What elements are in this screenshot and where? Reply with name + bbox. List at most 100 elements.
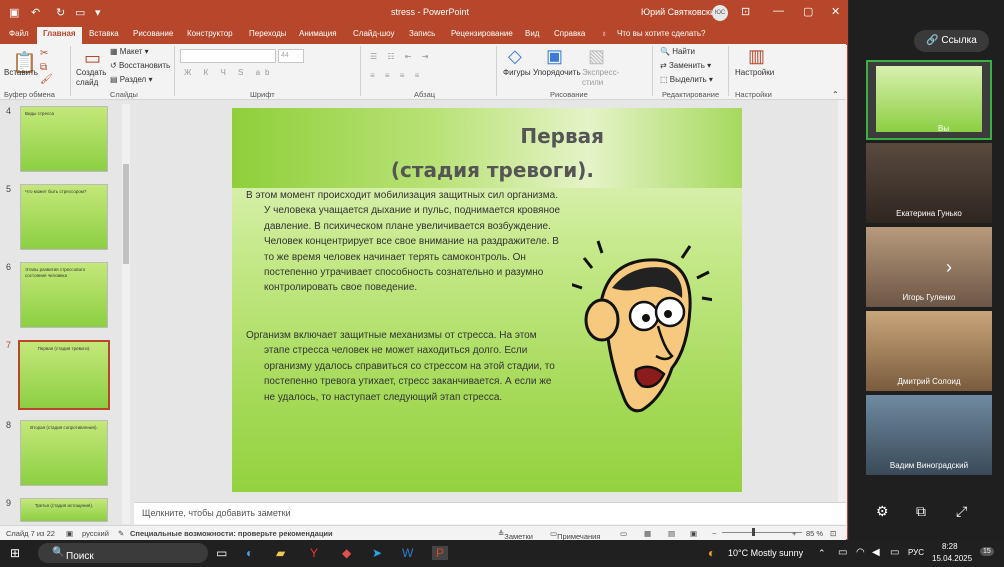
notes-placeholder[interactable]: Щелкните, чтобы добавить заметки xyxy=(142,508,291,518)
tab-home[interactable]: Главная xyxy=(37,27,82,45)
wifi-icon[interactable]: ◠ xyxy=(856,547,865,558)
tray-overflow-icon[interactable]: ⌃ xyxy=(818,548,826,559)
windows-start-icon[interactable]: ⊞ xyxy=(10,546,20,560)
weather-icon[interactable]: ◐ xyxy=(708,546,715,560)
participant-tile[interactable]: › Игорь Гуленко xyxy=(866,227,992,307)
zoom-out-icon[interactable]: − xyxy=(712,529,716,538)
volume-icon[interactable]: ◀ xyxy=(872,547,880,558)
taskbar-search[interactable]: 🔍 Поиск xyxy=(38,543,208,563)
zoom-slider-thumb[interactable] xyxy=(752,528,755,536)
slide-sorter-icon[interactable]: ▦ xyxy=(644,529,651,538)
slide[interactable]: Первая (стадия тревоги). В этом момент п… xyxy=(232,108,742,492)
accessibility-icon[interactable]: ✎ xyxy=(118,529,124,538)
network-icon[interactable]: ▭ xyxy=(838,547,847,558)
format-painter-icon[interactable]: 🖌 xyxy=(40,74,53,85)
ribbon-options-icon[interactable]: ⊡ xyxy=(741,5,750,18)
language[interactable]: русский xyxy=(82,529,109,538)
comments-toggle[interactable]: ▭ Примечания xyxy=(550,529,600,541)
copy-icon[interactable]: ⧉ xyxy=(40,62,47,73)
slide-thumbnail-6[interactable]: Этапы развития стрессового состояния чел… xyxy=(20,262,108,328)
slide-thumbnail-9[interactable]: Третья (стадия истощения). xyxy=(20,498,108,522)
reading-view-icon[interactable]: ▤ xyxy=(668,529,675,538)
participant-tile[interactable]: Вадим Виноградский xyxy=(866,395,992,475)
weather-text[interactable]: 10°C Mostly sunny xyxy=(728,548,803,558)
tab-review[interactable]: Рецензирование xyxy=(451,29,513,38)
list-buttons[interactable]: ☰ ☷ ⇤ ⇥ xyxy=(370,52,432,61)
redo-icon[interactable]: ↻ xyxy=(56,6,65,19)
slide-thumbnail-4[interactable]: Виды стресса xyxy=(20,106,108,172)
tab-insert[interactable]: Вставка xyxy=(89,29,119,38)
tab-animations[interactable]: Анимация xyxy=(299,29,337,38)
tab-slideshow[interactable]: Слайд-шоу xyxy=(353,29,394,38)
font-name-field[interactable] xyxy=(180,49,276,63)
input-language[interactable]: РУС xyxy=(908,548,924,557)
task-view-icon[interactable]: ▭ xyxy=(216,546,227,560)
telegram-icon[interactable]: ➤ xyxy=(372,546,382,560)
app-icon[interactable]: ◆ xyxy=(342,546,351,560)
fullscreen-icon[interactable]: ⤢ xyxy=(956,503,967,520)
notes-toggle[interactable]: ≜ Заметки xyxy=(498,529,533,541)
slide-thumbnail-5[interactable]: Что может быть стрессором? xyxy=(20,184,108,250)
cut-icon[interactable]: ✂ xyxy=(40,48,48,59)
replace-button[interactable]: ⇄ Заменить ▾ xyxy=(660,61,711,70)
designer-icon[interactable]: ▥ xyxy=(748,46,765,67)
screen-share-icon[interactable]: ⧉ xyxy=(916,503,926,520)
slide-paragraph-2[interactable]: Организм включает защитные механизмы от … xyxy=(246,328,564,405)
participant-tile[interactable]: Дмитрий Солоид xyxy=(866,311,992,391)
tab-view[interactable]: Вид xyxy=(525,29,539,38)
layout-button[interactable]: ▦ Макет ▾ xyxy=(110,47,149,56)
select-button[interactable]: ⬚ Выделить ▾ xyxy=(660,75,713,84)
participant-tile-self[interactable]: Вы xyxy=(866,60,992,140)
slideshow-view-icon[interactable]: ▣ xyxy=(690,529,697,538)
file-explorer-icon[interactable]: ▰ xyxy=(276,546,285,560)
clock-date[interactable]: 15.04.2025 xyxy=(932,554,972,563)
minimize-icon[interactable]: — xyxy=(773,5,784,17)
word-icon[interactable]: W xyxy=(402,546,413,560)
tab-record[interactable]: Запись xyxy=(409,29,435,38)
designer-button[interactable]: Настройки xyxy=(735,68,774,77)
slide-paragraph-1[interactable]: В этом момент происходит мобилизация защ… xyxy=(246,188,564,296)
next-page-icon[interactable]: › xyxy=(946,257,952,278)
slide-title-line2[interactable]: (стадия тревоги). xyxy=(232,158,742,182)
section-button[interactable]: ▤ Раздел ▾ xyxy=(110,75,152,84)
zoom-slider[interactable] xyxy=(722,532,802,533)
find-button[interactable]: 🔍 Найти xyxy=(660,47,695,56)
normal-view-icon[interactable]: ▭ xyxy=(620,529,627,538)
customize-icon[interactable]: ▾ xyxy=(95,6,101,19)
tell-me-search[interactable]: Что вы хотите сделать? xyxy=(617,29,705,38)
arrange-button[interactable]: Упорядочить xyxy=(533,68,581,77)
new-slide-icon[interactable]: ▭ xyxy=(84,48,101,69)
spellcheck-icon[interactable]: ▣ xyxy=(66,529,73,538)
tab-transitions[interactable]: Переходы xyxy=(249,29,287,38)
paste-button[interactable]: Вставить xyxy=(4,68,38,77)
shapes-icon[interactable]: ◇ xyxy=(508,46,522,67)
quick-styles-icon[interactable]: ▧ xyxy=(588,46,605,67)
link-button[interactable]: 🔗 Ссылка xyxy=(914,30,989,52)
tab-file[interactable]: Файл xyxy=(9,29,29,38)
align-buttons[interactable]: ≡ ≡ ≡ ≡ xyxy=(370,71,423,80)
slide-thumbnail-7[interactable]: Первая (стадия тревоги). xyxy=(18,340,110,410)
font-format-buttons[interactable]: Ж К Ч S ab xyxy=(184,68,275,77)
slide-thumbnail-8[interactable]: Вторая (стадия сопротивления). xyxy=(20,420,108,486)
fit-slide-icon[interactable]: ⊡ xyxy=(830,529,836,538)
notification-badge[interactable]: 15 xyxy=(980,547,994,556)
slide-title-line1[interactable]: Первая xyxy=(232,124,742,148)
settings-icon[interactable]: ⚙ xyxy=(876,503,889,520)
font-size-field[interactable]: 44 xyxy=(278,49,304,63)
powerpoint-icon[interactable]: P xyxy=(432,546,449,560)
accessibility-status[interactable]: Специальные возможности: проверьте реком… xyxy=(130,529,333,538)
close-icon[interactable]: ✕ xyxy=(831,5,840,18)
avatar[interactable]: ЮС xyxy=(712,5,728,21)
quick-styles-button[interactable]: Экспресс-стили xyxy=(582,68,619,88)
user-name[interactable]: Юрий Святковский xyxy=(641,7,720,17)
collapse-ribbon-icon[interactable]: ⌃ xyxy=(832,90,839,99)
tab-draw[interactable]: Рисование xyxy=(133,29,173,38)
stressed-face-illustration[interactable] xyxy=(572,238,712,418)
notes-pane[interactable]: Щелкните, чтобы добавить заметки xyxy=(134,502,846,524)
yandex-icon[interactable]: Y xyxy=(310,546,318,560)
edge-icon[interactable]: ◐ xyxy=(246,546,253,560)
tab-design[interactable]: Конструктор xyxy=(187,29,233,38)
battery-icon[interactable]: ▭ xyxy=(890,547,899,558)
new-slide-button[interactable]: Создать слайд xyxy=(76,68,108,88)
slide-scrollbar[interactable] xyxy=(838,100,846,502)
